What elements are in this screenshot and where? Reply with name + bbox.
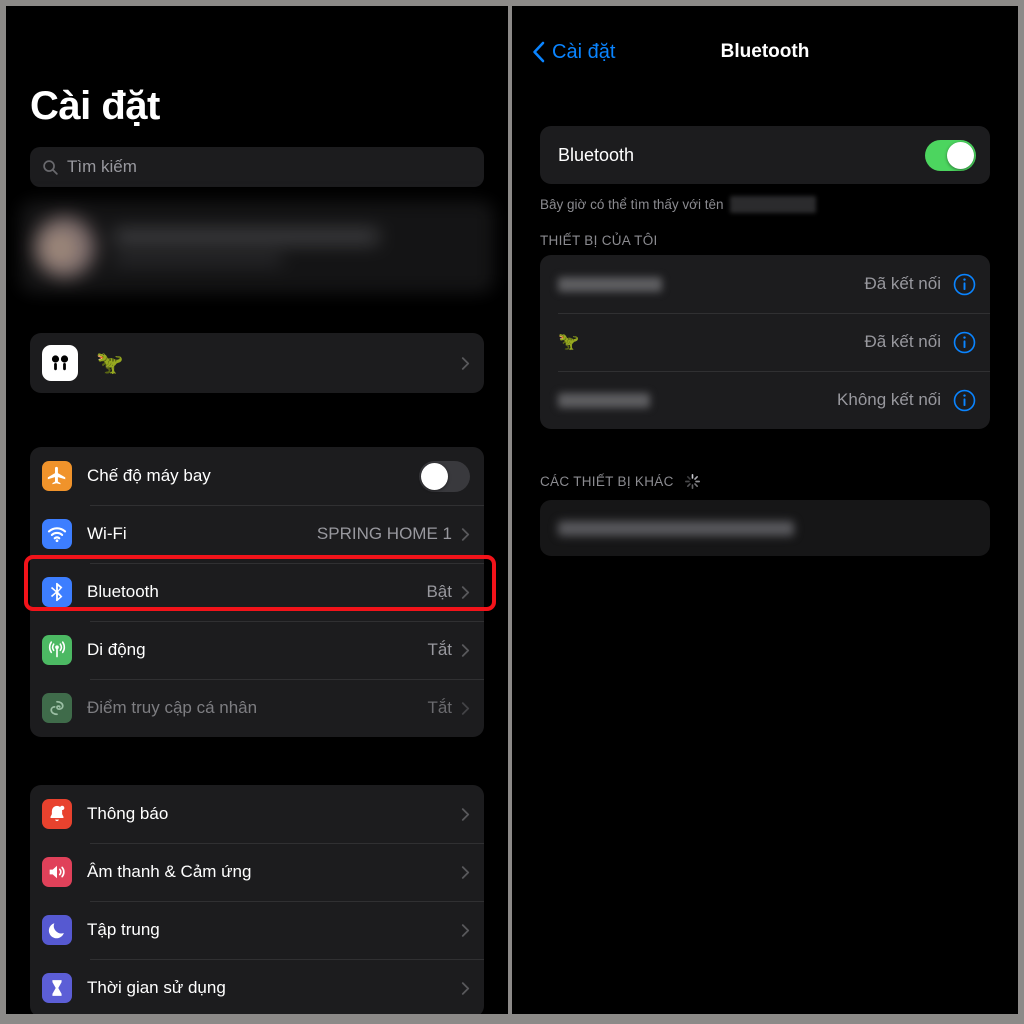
bluetooth-icon: [42, 577, 72, 607]
row-label: Bluetooth: [87, 582, 159, 601]
device-name-redacted: [729, 196, 816, 213]
my-devices-list: Đã kết nối 🦖 Đã kết nối Không kết nối: [540, 255, 990, 429]
search-placeholder: Tìm kiếm: [67, 157, 137, 176]
chevron-right-icon: [461, 981, 470, 995]
table-row[interactable]: 🦖 Đã kết nối: [540, 313, 990, 371]
hotspot-icon: [42, 693, 72, 723]
row-wifi[interactable]: Wi-Fi SPRING HOME 1: [30, 505, 484, 563]
discoverable-text: Bây giờ có thể tìm thấy với tên: [540, 197, 724, 212]
device-name-redacted: [558, 520, 794, 536]
airpods-group: 🦖: [30, 333, 484, 393]
chevron-right-icon: [461, 701, 470, 715]
chevron-right-icon: [461, 527, 470, 541]
chevron-right-icon: [461, 865, 470, 879]
moon-icon: [42, 915, 72, 945]
wifi-icon: [42, 519, 72, 549]
row-personal-hotspot[interactable]: Điểm truy cập cá nhân Tắt: [30, 679, 484, 737]
row-cellular[interactable]: Di động Tắt: [30, 621, 484, 679]
airplane-icon: [42, 461, 72, 491]
row-focus[interactable]: Tập trung: [30, 901, 484, 959]
chevron-left-icon: [533, 41, 545, 63]
row-bluetooth[interactable]: Bluetooth Bật: [30, 563, 484, 621]
bluetooth-toggle-label: Bluetooth: [558, 144, 635, 165]
row-value: Tắt: [427, 698, 452, 717]
bluetooth-detail-panel: Cài đặt Bluetooth Bluetooth Bây giờ có t…: [512, 6, 1018, 1014]
device-status: Đã kết nối: [864, 274, 941, 293]
table-row[interactable]: Không kết nối: [540, 371, 990, 429]
chevron-right-icon: [461, 643, 470, 657]
info-icon[interactable]: [953, 273, 976, 296]
my-devices-header-label: THIẾT BỊ CỦA TÔI: [540, 233, 658, 248]
row-label: Thông báo: [87, 804, 169, 823]
device-name: 🦖: [558, 332, 580, 351]
other-devices-header: CÁC THIẾT BỊ KHÁC: [540, 473, 990, 490]
info-icon[interactable]: [953, 331, 976, 354]
hourglass-icon: [42, 973, 72, 1003]
screenshot-frame: Cài đặt Tìm kiếm 🦖 Chế độ máy bay Wi-Fi …: [0, 0, 1024, 1024]
system-group: Thông báo Âm thanh & Cảm ứng Tập trung T…: [30, 785, 484, 1014]
row-label: Âm thanh & Cảm ứng: [87, 862, 252, 881]
discoverable-note: Bây giờ có thể tìm thấy với tên: [540, 196, 990, 213]
device-status: Không kết nối: [837, 390, 941, 409]
navigation-bar: Cài đặt Bluetooth: [512, 6, 1018, 98]
chevron-right-icon: [461, 923, 470, 937]
apple-id-banner[interactable]: [20, 201, 494, 293]
row-label: Chế độ máy bay: [87, 466, 211, 485]
search-input[interactable]: Tìm kiếm: [30, 147, 484, 187]
row-value: Bật: [426, 582, 452, 601]
other-device-row[interactable]: [540, 500, 990, 556]
device-name-redacted: [558, 276, 662, 292]
avatar: [34, 216, 96, 278]
bluetooth-toggle[interactable]: [925, 139, 976, 171]
table-row[interactable]: Đã kết nối: [540, 255, 990, 313]
other-devices-header-label: CÁC THIẾT BỊ KHÁC: [540, 474, 674, 489]
row-label: Wi-Fi: [87, 524, 127, 543]
airpods-label: 🦖: [96, 350, 124, 375]
row-value: Tắt: [427, 640, 452, 659]
airpods-row[interactable]: 🦖: [30, 333, 484, 393]
chevron-right-icon: [461, 585, 470, 599]
row-value: SPRING HOME 1: [316, 524, 452, 543]
profile-name-redacted: [114, 230, 480, 264]
row-label: Tập trung: [87, 920, 160, 939]
row-notifications[interactable]: Thông báo: [30, 785, 484, 843]
search-icon: [43, 159, 58, 175]
chevron-right-icon: [461, 356, 470, 370]
speaker-icon: [42, 857, 72, 887]
chevron-right-icon: [461, 807, 470, 821]
bluetooth-toggle-card: Bluetooth: [540, 126, 990, 184]
back-label: Cài đặt: [552, 40, 616, 63]
info-icon[interactable]: [953, 389, 976, 412]
settings-list-panel: Cài đặt Tìm kiếm 🦖 Chế độ máy bay Wi-Fi …: [6, 6, 508, 1014]
device-status: Đã kết nối: [864, 332, 941, 351]
connectivity-group: Chế độ máy bay Wi-Fi SPRING HOME 1 Bluet…: [30, 447, 484, 737]
row-airplane-mode[interactable]: Chế độ máy bay: [30, 447, 484, 505]
bell-icon: [42, 799, 72, 829]
page-title: Cài đặt: [30, 84, 160, 128]
my-devices-header: THIẾT BỊ CỦA TÔI: [540, 233, 990, 248]
back-button[interactable]: Cài đặt: [532, 41, 615, 64]
airplane-mode-toggle[interactable]: [419, 460, 470, 492]
row-label: Di động: [87, 640, 146, 659]
cellular-icon: [42, 635, 72, 665]
airpods-icon: [42, 345, 78, 381]
row-screen-time[interactable]: Thời gian sử dụng: [30, 959, 484, 1014]
row-label: Điểm truy cập cá nhân: [87, 698, 258, 717]
row-label: Thời gian sử dụng: [87, 978, 226, 997]
device-name-redacted: [558, 392, 650, 408]
bluetooth-toggle-row[interactable]: Bluetooth: [540, 126, 990, 184]
row-sounds-haptics[interactable]: Âm thanh & Cảm ứng: [30, 843, 484, 901]
loading-spinner-icon: [684, 474, 700, 489]
